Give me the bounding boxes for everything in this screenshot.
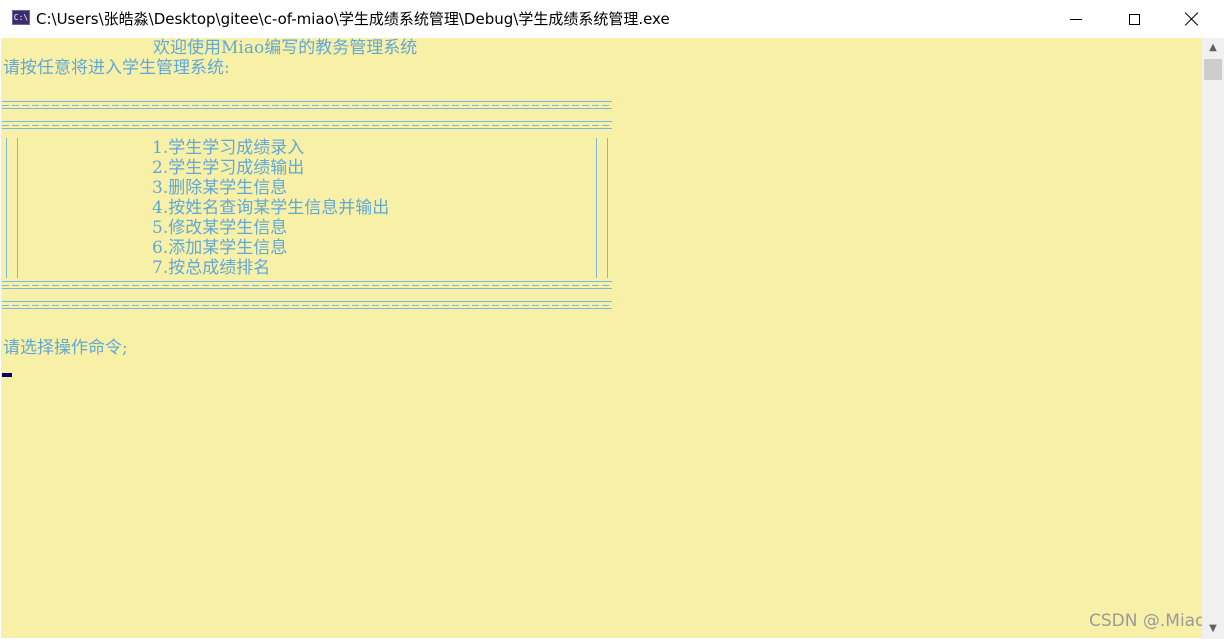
- separator-rule: [2, 281, 612, 289]
- menu-border-left-inner: [17, 138, 18, 278]
- separator-rule: [2, 121, 612, 129]
- text-cursor: [2, 373, 12, 377]
- menu-item: 5.修改某学生信息: [152, 218, 288, 238]
- console-output[interactable]: 欢迎使用Miao编写的教务管理系统 请按任意将进入学生管理系统: 1.学生学习成…: [1, 38, 1202, 638]
- scroll-thumb[interactable]: [1204, 59, 1222, 80]
- menu-item: 3.删除某学生信息: [152, 178, 288, 198]
- minimize-button[interactable]: [1047, 0, 1105, 38]
- maximize-icon: [1128, 13, 1140, 25]
- menu-border-right-inner: [596, 138, 597, 278]
- menu-item: 7.按总成绩排名: [152, 258, 271, 278]
- separator-rule: [2, 301, 612, 309]
- close-icon: [1185, 12, 1199, 26]
- minimize-icon: [1070, 18, 1082, 20]
- scroll-down-button[interactable]: ▼: [1202, 619, 1224, 637]
- close-button[interactable]: [1163, 0, 1221, 38]
- console-window: C:\ C:\Users\张皓淼\Desktop\gitee\c-of-miao…: [0, 0, 1224, 639]
- console-app-icon[interactable]: C:\: [12, 10, 30, 25]
- menu-item: 4.按姓名查询某学生信息并输出: [152, 198, 390, 218]
- menu-item: 6.添加某学生信息: [152, 238, 288, 258]
- command-prompt: 请选择操作命令;: [3, 338, 128, 358]
- chevron-up-icon: ▲: [1209, 41, 1217, 53]
- maximize-button[interactable]: [1105, 0, 1163, 38]
- title-bar[interactable]: C:\ C:\Users\张皓淼\Desktop\gitee\c-of-miao…: [0, 0, 1224, 38]
- press-any-key-text: 请按任意将进入学生管理系统:: [3, 58, 230, 78]
- menu-border-right: [607, 138, 608, 278]
- separator-rule: [2, 101, 612, 109]
- menu-border-left: [6, 138, 7, 278]
- vertical-scrollbar[interactable]: ▲ ▼: [1202, 38, 1224, 639]
- menu-item: 2.学生学习成绩输出: [152, 158, 305, 178]
- menu-item: 1.学生学习成绩录入: [152, 138, 305, 158]
- scroll-up-button[interactable]: ▲: [1202, 38, 1224, 56]
- chevron-down-icon: ▼: [1209, 622, 1217, 634]
- csdn-watermark: CSDN @.Miao: [1089, 611, 1202, 631]
- welcome-text: 欢迎使用Miao编写的教务管理系统: [153, 38, 418, 58]
- window-title: C:\Users\张皓淼\Desktop\gitee\c-of-miao\学生成…: [36, 10, 670, 28]
